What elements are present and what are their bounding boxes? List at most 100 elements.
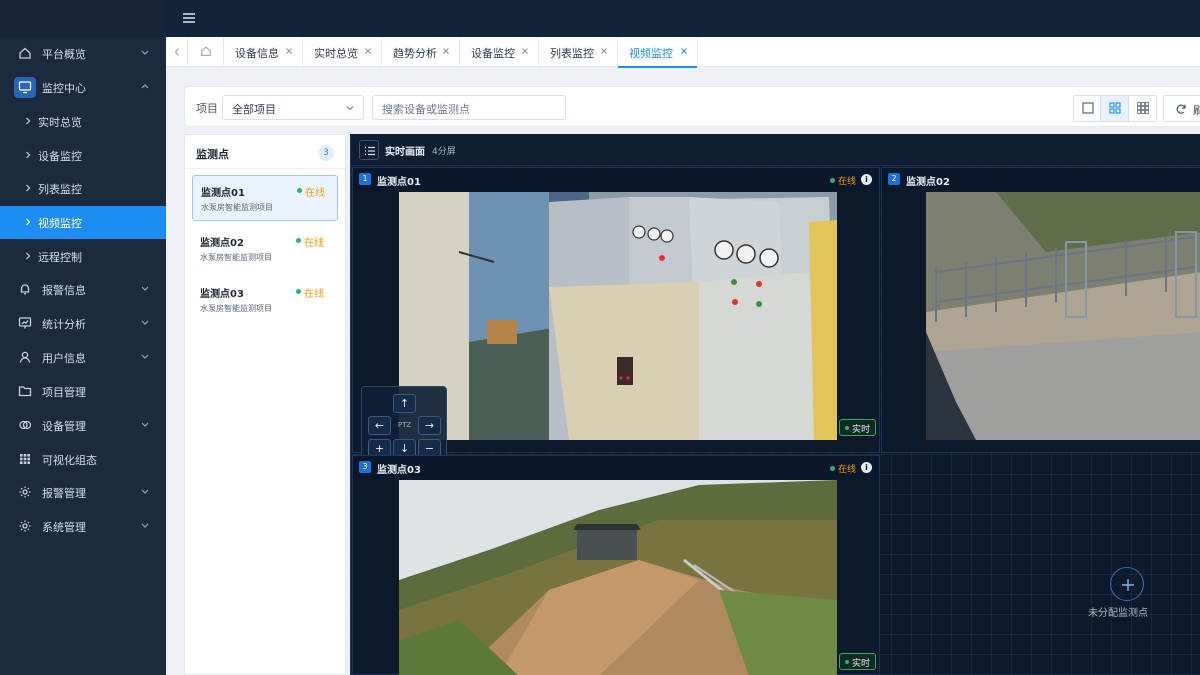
video-cell-status: 在线 [838, 465, 857, 475]
add-monitor-point-button[interactable] [1110, 567, 1144, 601]
ptz-right-button[interactable]: → [418, 416, 441, 435]
close-icon[interactable] [364, 47, 372, 55]
monitor-point-item[interactable]: 监测点02 在线 水泵房智能监测项目 [192, 226, 338, 272]
sidebar-item-device-management[interactable]: 设备管理 [0, 409, 166, 442]
chart-icon [18, 317, 32, 329]
video-list-toggle-button[interactable] [359, 140, 379, 160]
online-dot [830, 178, 835, 183]
video-wall-title: 实时画面 [385, 147, 425, 158]
monitor-points-title: 监测点 [196, 148, 229, 161]
sidebar-subitem-video-monitor[interactable]: 视频监控 [0, 206, 166, 239]
sidebar-subitem-label: 远程控制 [38, 251, 82, 264]
sidebar-subitem-remote-control[interactable]: 远程控制 [0, 240, 166, 273]
sidebar-item-alarm-info[interactable]: 报警信息 [0, 273, 166, 306]
project-select[interactable]: 全部项目 [222, 95, 364, 120]
sidebar-item-system-management[interactable]: 系统管理 [0, 510, 166, 543]
monitor-point-status: 在线 [305, 188, 325, 199]
tab-home[interactable] [188, 37, 224, 67]
info-icon[interactable]: i [861, 462, 872, 473]
monitor-point-item[interactable]: 监测点01 在线 水泵房智能监测项目 [192, 175, 338, 221]
sidebar-item-label: 平台概览 [42, 48, 86, 61]
camera-feed-hillside [399, 480, 837, 675]
camera-feed-fence-site [926, 192, 1200, 440]
tab-scroll-left-button[interactable] [166, 37, 188, 67]
monitor-point-status: 在线 [304, 238, 324, 249]
user-icon [19, 351, 31, 363]
tab-list-monitor[interactable]: 列表监控 [539, 37, 618, 67]
search-input[interactable]: 搜索设备或监测点 [372, 95, 566, 120]
sidebar-item-statistics[interactable]: 统计分析 [0, 307, 166, 340]
monitor-point-project: 水泵房智能监测项目 [200, 304, 272, 313]
sidebar-item-user-info[interactable]: 用户信息 [0, 341, 166, 374]
layout-nine-button[interactable] [1129, 96, 1156, 121]
ptz-control-panel: ↑ ← PTZ → + ↓ − [361, 386, 447, 464]
sidebar-item-label: 系统管理 [42, 521, 86, 534]
list-icon [365, 146, 375, 156]
tab-video-monitor[interactable]: 视频监控 [618, 37, 698, 68]
folder-icon [18, 386, 32, 397]
live-badge: 实时 [839, 419, 876, 436]
chevron-down-icon [141, 320, 149, 325]
sidebar-item-label: 报警信息 [42, 284, 86, 297]
ptz-up-button[interactable]: ↑ [393, 394, 416, 413]
live-badge-label: 实时 [852, 425, 871, 435]
tab-device-info[interactable]: 设备信息 [224, 37, 303, 67]
sidebar-subitem-list-monitor[interactable]: 列表监控 [0, 172, 166, 205]
video-cell[interactable]: 2 监测点02 [881, 167, 1200, 453]
home-icon [19, 47, 31, 59]
camera-feed-image [926, 192, 1200, 440]
chevron-down-icon [141, 422, 149, 427]
chevron-down-icon [141, 489, 149, 494]
close-icon[interactable] [521, 47, 529, 55]
quad-view-icon [1109, 102, 1121, 114]
online-dot [830, 466, 835, 471]
close-icon[interactable] [600, 47, 608, 55]
layout-single-button[interactable] [1074, 96, 1102, 121]
video-cell-status: 在线 [838, 177, 857, 187]
close-icon[interactable] [442, 47, 450, 55]
info-icon[interactable]: i [861, 174, 872, 185]
sidebar-subitem-device-monitor[interactable]: 设备监控 [0, 139, 166, 172]
home-icon [201, 46, 211, 56]
empty-slot-label: 未分配监测点 [1088, 608, 1148, 619]
bell-icon [20, 284, 30, 295]
chevron-down-icon [141, 50, 149, 55]
video-wall-header: 实时画面 4分屏 [351, 134, 1200, 166]
camera-feed-image [399, 480, 837, 675]
monitor-point-project: 水泵房智能监测项目 [200, 253, 272, 262]
sidebar-subitem-realtime-overview[interactable]: 实时总览 [0, 105, 166, 138]
sidebar-subitem-label: 实时总览 [38, 116, 82, 129]
chevron-right-icon [26, 218, 31, 226]
tab-bar: 设备信息 实时总览 趋势分析 设备监控 列表监控 视频监控 [166, 37, 1200, 68]
video-cell-header: 2 监测点02 [882, 168, 1200, 191]
sidebar-item-project-management[interactable]: 项目管理 [0, 375, 166, 408]
chevron-down-icon [141, 286, 149, 291]
tab-label: 列表监控 [550, 47, 594, 60]
monitor-point-status: 在线 [304, 289, 324, 300]
sidebar-item-label: 设备管理 [42, 420, 86, 433]
sidebar: 平台概览 监控中心 实时总览 设备监控 列表监控 视频监控 远程控制 报警信息 … [0, 0, 166, 675]
sidebar-item-platform-overview[interactable]: 平台概览 [0, 37, 166, 70]
sidebar-item-label: 用户信息 [42, 352, 86, 365]
ptz-left-button[interactable]: ← [368, 416, 391, 435]
monitor-point-name: 监测点02 [200, 238, 244, 249]
video-cell-number: 1 [359, 173, 371, 185]
sidebar-item-visual-config[interactable]: 可视化组态 [0, 443, 166, 476]
close-icon[interactable] [680, 47, 688, 55]
video-cell[interactable]: 3 监测点03 在线 i 实时 [352, 455, 880, 675]
close-icon[interactable] [285, 47, 293, 55]
layout-quad-button[interactable] [1101, 96, 1129, 121]
gear-icon [19, 520, 31, 532]
filter-bar: 项目 全部项目 搜索设备或监测点 刷 [184, 86, 1200, 127]
empty-video-slot[interactable]: 未分配监测点 [881, 454, 1200, 675]
sidebar-item-monitor-center[interactable]: 监控中心 [0, 71, 166, 104]
tab-device-monitor[interactable]: 设备监控 [460, 37, 539, 67]
tab-realtime-overview[interactable]: 实时总览 [303, 37, 382, 67]
menu-toggle-icon[interactable] [182, 12, 196, 24]
tab-trend-analysis[interactable]: 趋势分析 [382, 37, 460, 67]
video-cell[interactable]: 1 监测点01 在线 i 实时 ↑ ← PTZ → + ↓ − [352, 167, 880, 464]
tab-label: 设备信息 [235, 47, 279, 60]
refresh-button[interactable]: 刷 [1163, 95, 1200, 122]
monitor-point-item[interactable]: 监测点03 在线 水泵房智能监测项目 [192, 277, 338, 323]
sidebar-item-alarm-management[interactable]: 报警管理 [0, 476, 166, 509]
